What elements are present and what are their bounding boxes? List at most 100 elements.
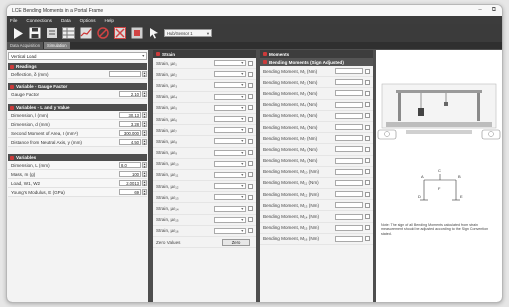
tab-simulation[interactable]: Simulation <box>44 42 70 49</box>
youngs-stepper[interactable]: ▴ ▾ <box>142 189 147 195</box>
load-mode-select[interactable]: Vertical Load ▼ <box>8 52 147 60</box>
moment-value-field[interactable] <box>335 68 363 75</box>
moment-checkbox[interactable] <box>365 79 370 85</box>
pointer-button[interactable] <box>147 27 160 39</box>
moment-value-field[interactable] <box>335 112 363 119</box>
strain-channel-select[interactable]: ▼ <box>214 227 246 234</box>
moment-checkbox[interactable] <box>365 102 370 108</box>
moment-value-field[interactable] <box>335 135 363 142</box>
zero-button[interactable]: Zero <box>222 238 250 246</box>
second-moment-stepper[interactable]: ▴ ▾ <box>142 130 147 136</box>
distance-stepper[interactable]: ▴ ▾ <box>142 139 147 145</box>
menu-options[interactable]: Options <box>80 18 96 23</box>
moment-checkbox[interactable] <box>365 191 370 197</box>
moment-checkbox[interactable] <box>365 146 370 152</box>
strain-checkbox[interactable] <box>248 127 253 133</box>
menu-data[interactable]: Data <box>61 18 71 23</box>
strain-checkbox[interactable] <box>248 150 253 156</box>
strain-channel-select[interactable]: ▼ <box>214 93 246 100</box>
dimension-d-field[interactable]: 3.28 <box>119 121 141 127</box>
minimize-button[interactable]: – <box>478 7 481 14</box>
strain-channel-select[interactable]: ▼ <box>214 149 246 156</box>
strain-channel-select[interactable]: ▼ <box>214 183 246 190</box>
moment-checkbox[interactable] <box>365 124 370 130</box>
strain-channel-select[interactable]: ▼ <box>214 171 246 178</box>
moment-value-field[interactable] <box>335 90 363 97</box>
moment-value-field[interactable] <box>335 179 363 186</box>
deflection-field[interactable] <box>109 71 141 77</box>
gauge-field[interactable]: 2.10 <box>119 91 141 97</box>
menu-connections[interactable]: Connections <box>26 18 52 23</box>
strain-channel-select[interactable]: ▼ <box>214 138 246 145</box>
table-button[interactable] <box>62 27 75 39</box>
moment-checkbox[interactable] <box>365 202 370 208</box>
second-moment-field[interactable]: 300.000 <box>119 130 141 136</box>
menu-file[interactable]: File <box>10 18 17 23</box>
strain-channel-select[interactable]: ▼ <box>214 60 246 67</box>
save-button[interactable] <box>28 27 41 39</box>
dim-l-field[interactable]: 8.0 <box>119 162 141 168</box>
moment-value-field[interactable] <box>335 168 363 175</box>
sensor-select[interactable]: Hub/Sensor 1 ▼ <box>164 29 212 37</box>
load-stepper[interactable]: ▴ ▾ <box>142 180 147 186</box>
moment-value-field[interactable] <box>335 124 363 131</box>
strain-checkbox[interactable] <box>248 183 253 189</box>
menu-help[interactable]: Help <box>105 18 114 23</box>
strain-checkbox[interactable] <box>248 60 253 66</box>
strain-channel-select[interactable]: ▼ <box>214 127 246 134</box>
strain-checkbox[interactable] <box>248 217 253 223</box>
strain-channel-select[interactable]: ▼ <box>214 82 246 89</box>
moment-checkbox[interactable] <box>365 90 370 96</box>
load-button[interactable] <box>96 27 109 39</box>
strain-checkbox[interactable] <box>248 172 253 178</box>
open-button[interactable] <box>45 27 58 39</box>
moment-value-field[interactable] <box>335 101 363 108</box>
strain-checkbox[interactable] <box>248 138 253 144</box>
deflection-stepper[interactable]: ▴ ▾ <box>142 71 147 77</box>
moment-checkbox[interactable] <box>365 169 370 175</box>
dim-l-stepper[interactable]: ▴ ▾ <box>142 162 147 168</box>
strain-checkbox[interactable] <box>248 194 253 200</box>
moment-checkbox[interactable] <box>365 158 370 164</box>
strain-channel-select[interactable]: ▼ <box>214 160 246 167</box>
mass-field[interactable]: 100 <box>119 171 141 177</box>
export-button[interactable] <box>130 27 143 39</box>
distance-field[interactable]: 4.50 <box>119 139 141 145</box>
chart-button[interactable] <box>79 27 92 39</box>
maximize-button[interactable]: ⧉ <box>492 7 496 14</box>
moment-checkbox[interactable] <box>365 113 370 119</box>
stop-button[interactable] <box>113 27 126 39</box>
strain-channel-select[interactable]: ▼ <box>214 216 246 223</box>
gauge-stepper[interactable]: ▴ ▾ <box>142 91 147 97</box>
strain-checkbox[interactable] <box>248 116 253 122</box>
moment-checkbox[interactable] <box>365 68 370 74</box>
strain-channel-select[interactable]: ▼ <box>214 116 246 123</box>
moment-checkbox[interactable] <box>365 236 370 242</box>
strain-checkbox[interactable] <box>248 206 253 212</box>
strain-channel-select[interactable]: ▼ <box>214 104 246 111</box>
strain-checkbox[interactable] <box>248 71 253 77</box>
dimension-l-stepper[interactable]: ▴ ▾ <box>142 112 147 118</box>
moment-value-field[interactable] <box>335 224 363 231</box>
moment-value-field[interactable] <box>335 191 363 198</box>
moment-value-field[interactable] <box>335 202 363 209</box>
moment-checkbox[interactable] <box>365 214 370 220</box>
dimension-l-field[interactable]: 30.13 <box>119 112 141 118</box>
mass-stepper[interactable]: ▴ ▾ <box>142 171 147 177</box>
dimension-d-stepper[interactable]: ▴ ▾ <box>142 121 147 127</box>
tab-data-acquisition[interactable]: Data Acquisition <box>7 42 44 49</box>
strain-checkbox[interactable] <box>248 94 253 100</box>
moment-value-field[interactable] <box>335 79 363 86</box>
moment-value-field[interactable] <box>335 235 363 242</box>
strain-channel-select[interactable]: ▼ <box>214 71 246 78</box>
strain-checkbox[interactable] <box>248 105 253 111</box>
moment-value-field[interactable] <box>335 157 363 164</box>
moment-checkbox[interactable] <box>365 135 370 141</box>
strain-channel-select[interactable]: ▼ <box>214 194 246 201</box>
strain-checkbox[interactable] <box>248 161 253 167</box>
load-field[interactable]: 2.0013 <box>119 180 141 186</box>
moment-checkbox[interactable] <box>365 180 370 186</box>
strain-checkbox[interactable] <box>248 228 253 234</box>
moment-value-field[interactable] <box>335 146 363 153</box>
strain-channel-select[interactable]: ▼ <box>214 205 246 212</box>
